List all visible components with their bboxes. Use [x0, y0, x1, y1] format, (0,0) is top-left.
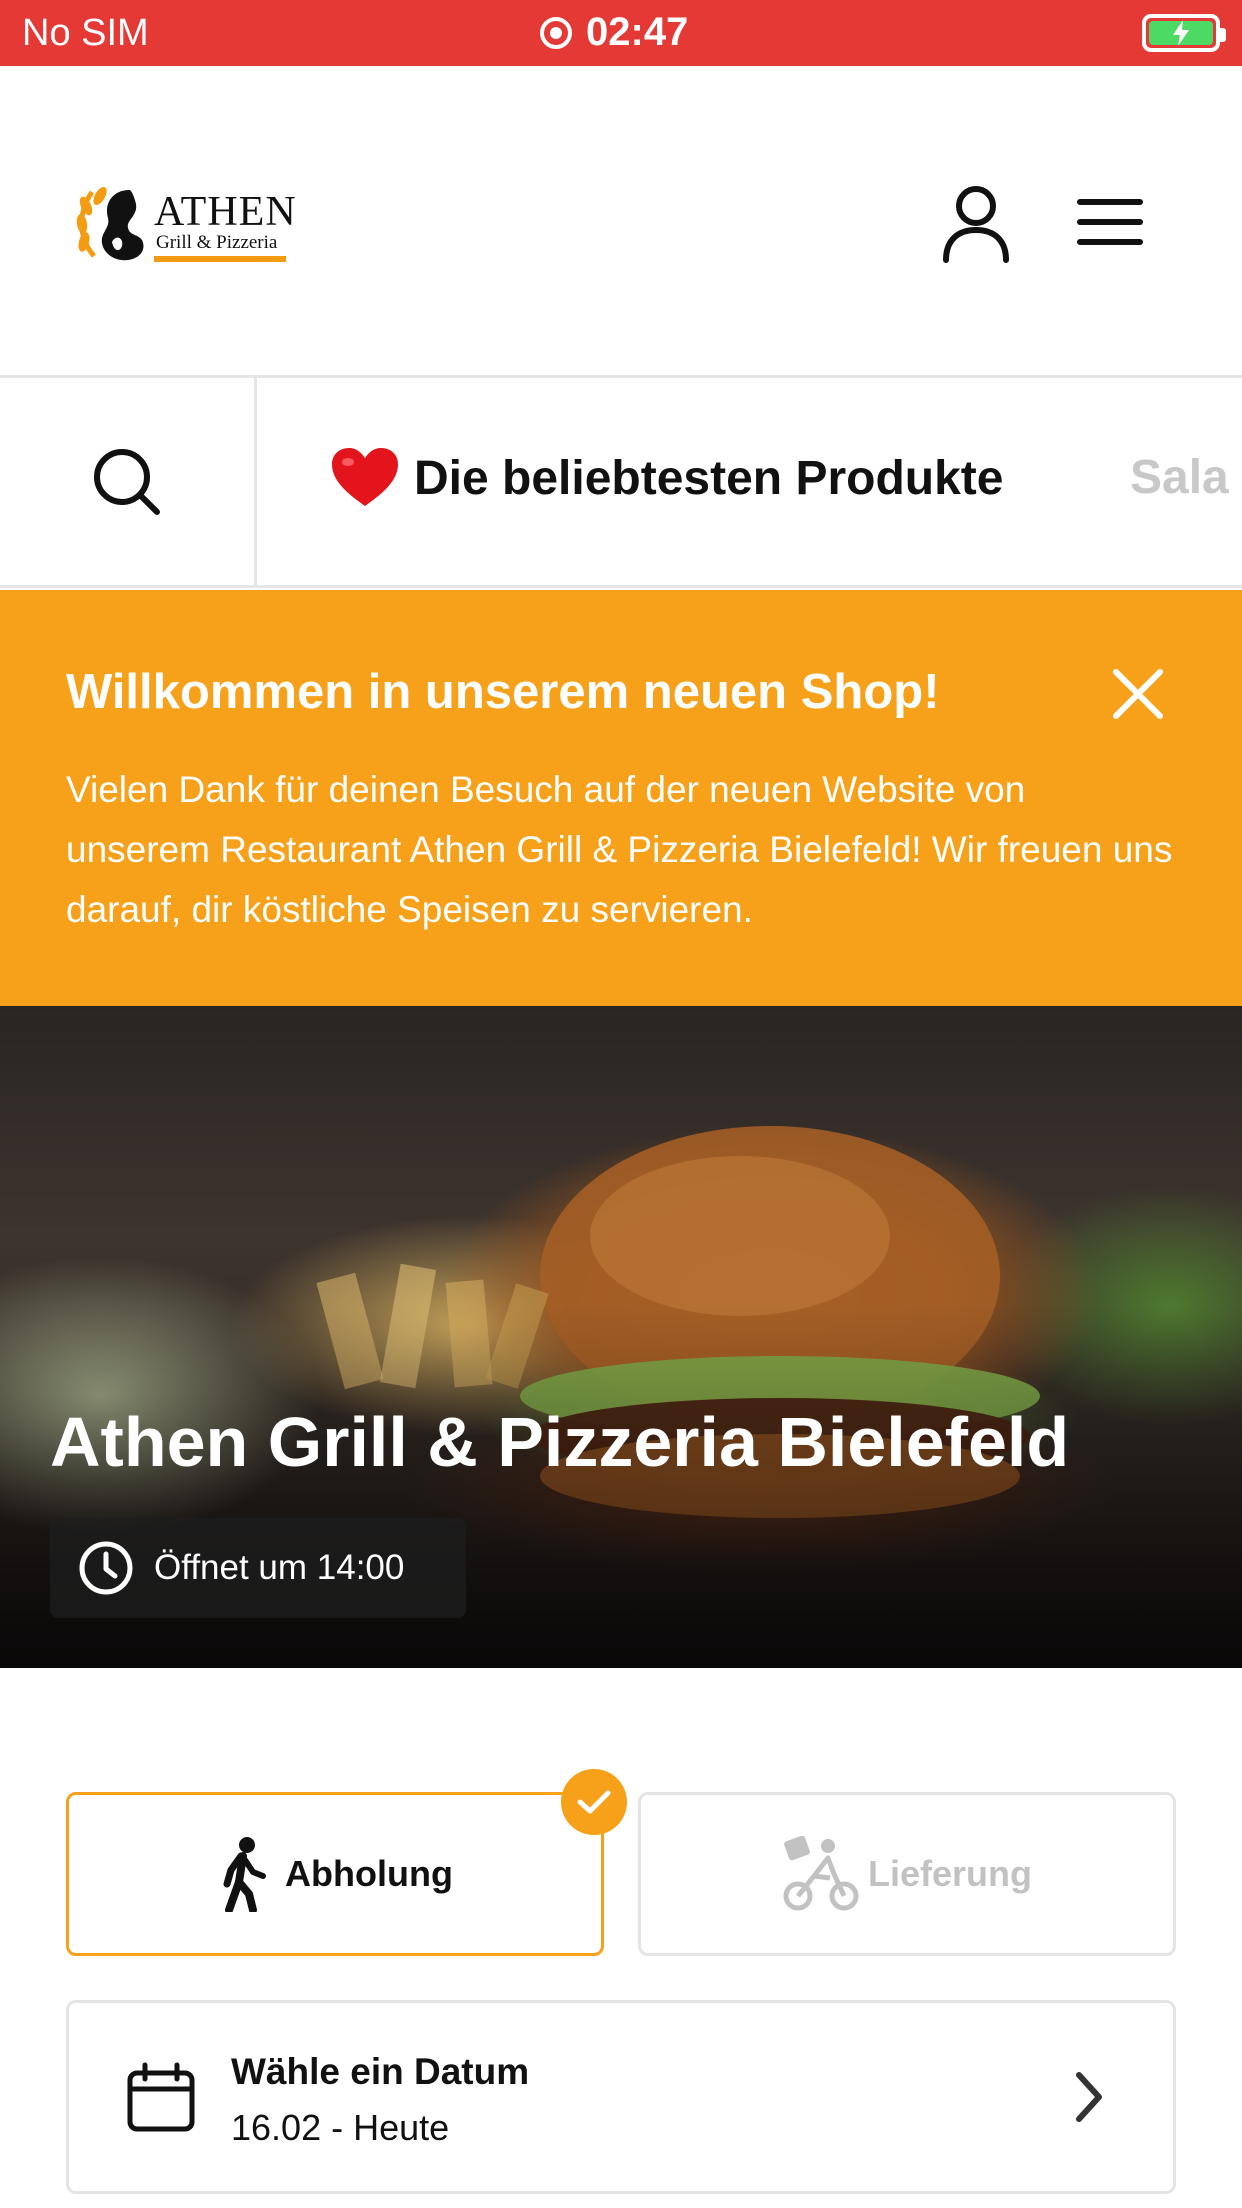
opening-status-badge: Öffnet um 14:00	[50, 1518, 466, 1618]
category-tab-popular[interactable]: Die beliebtesten Produkte	[330, 446, 1003, 510]
search-button[interactable]	[0, 378, 257, 585]
carrier-label: No SIM	[22, 12, 149, 54]
delivery-label: Lieferung	[867, 1853, 1032, 1894]
lightning-icon	[1173, 20, 1189, 46]
battery-charging-icon	[1142, 14, 1226, 52]
hero-image: Athen Grill & Pizzeria Bielefeld Öffnet …	[0, 1006, 1242, 1668]
pickup-option-button[interactable]: Abholung	[66, 1792, 604, 1956]
status-center: 02:47	[540, 10, 688, 55]
record-icon	[540, 16, 572, 49]
heart-icon	[332, 448, 398, 506]
checkmark-icon	[577, 1790, 611, 1814]
close-icon	[1113, 669, 1163, 719]
category-tab-label: Die beliebtesten Produkte	[414, 451, 1004, 505]
banner-close-button[interactable]	[1110, 666, 1166, 722]
account-button[interactable]	[940, 184, 1012, 264]
walking-person-icon	[223, 1837, 267, 1912]
status-bar: No SIM 02:47	[0, 0, 1242, 66]
logo-accent-bar	[154, 256, 286, 262]
category-tab-next[interactable]: Sala	[1130, 450, 1229, 505]
pickup-label: Abholung	[285, 1853, 453, 1894]
menu-button[interactable]	[1076, 192, 1144, 252]
banner-text: Vielen Dank für deinen Besuch auf der ne…	[66, 769, 1173, 930]
user-icon	[943, 186, 1009, 263]
battery-fill	[1149, 20, 1213, 46]
chevron-right-icon	[1076, 2072, 1102, 2122]
delivery-option-button[interactable]: Lieferung	[638, 1792, 1176, 1956]
calendar-icon	[127, 2062, 195, 2132]
opening-status-text: Öffnet um 14:00	[154, 1548, 405, 1587]
bicycle-icon	[783, 1836, 859, 1911]
restaurant-name: Athen Grill & Pizzeria Bielefeld	[50, 1403, 1070, 1481]
date-picker[interactable]: Wähle ein Datum 16.02 - Heute	[66, 2000, 1176, 2194]
hamburger-icon	[1077, 199, 1143, 245]
selected-check-icon	[561, 1769, 627, 1835]
site-header: ATHEN Grill & Pizzeria	[0, 66, 1242, 378]
welcome-banner: Willkommen in unserem neuen Shop! Vielen…	[0, 590, 1242, 1006]
category-bar: Die beliebtesten Produkte Sala	[0, 378, 1242, 588]
logo-name: ATHEN	[154, 189, 297, 235]
search-icon	[94, 448, 160, 515]
clock-icon	[79, 1541, 133, 1595]
date-picker-title: Wähle ein Datum	[231, 2051, 530, 2092]
status-time: 02:47	[586, 10, 689, 54]
restaurant-logo[interactable]: ATHEN Grill & Pizzeria	[72, 182, 296, 266]
logo-emblem-icon	[76, 186, 144, 261]
banner-title: Willkommen in unserem neuen Shop!	[66, 665, 940, 719]
date-picker-value: 16.02 - Heute	[231, 2107, 450, 2148]
logo-subtitle: Grill & Pizzeria	[156, 232, 278, 253]
